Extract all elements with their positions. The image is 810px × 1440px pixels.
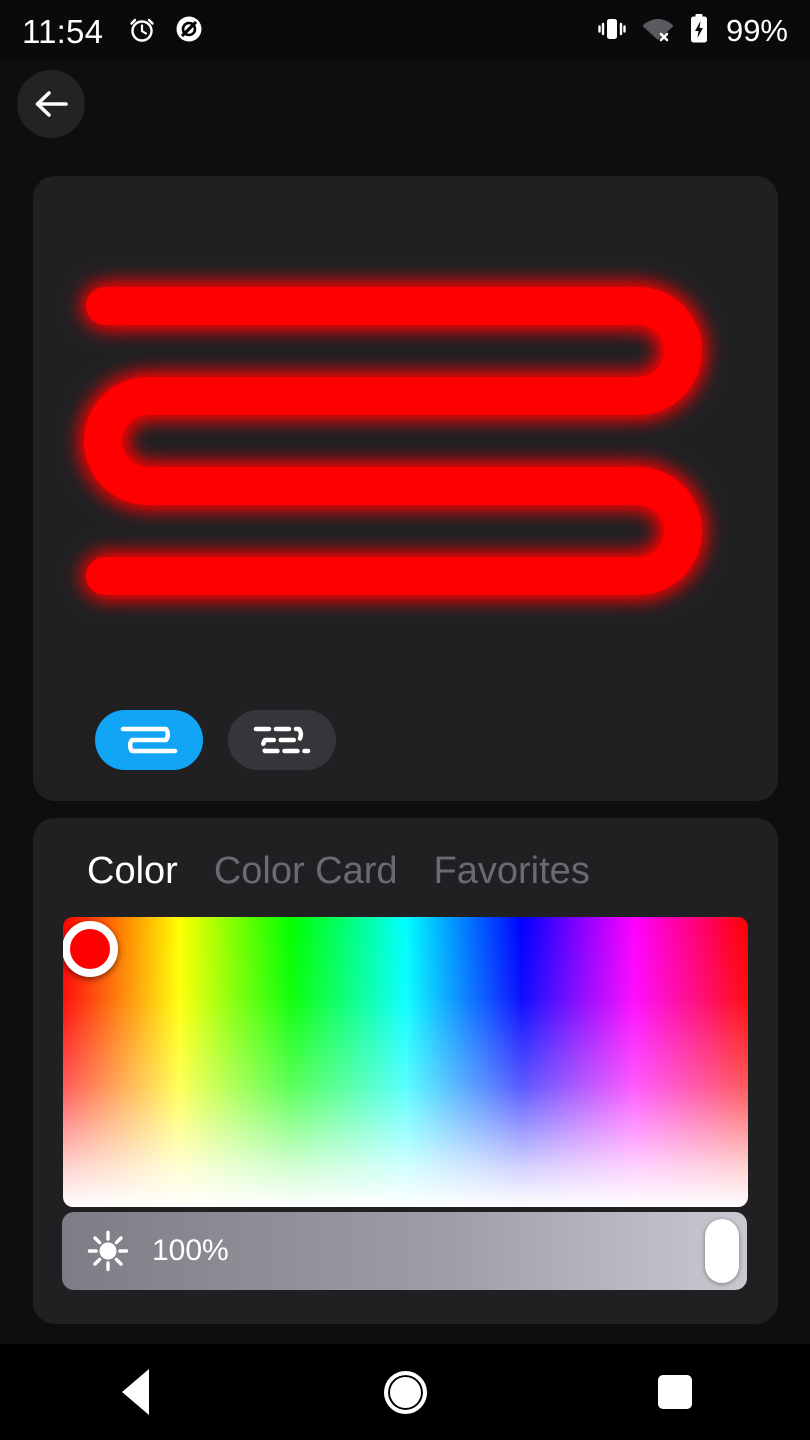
back-button[interactable] xyxy=(17,70,85,138)
phone-screen: 11:54 99% Color Color Card Favorites 100… xyxy=(0,0,810,1440)
battery-percent: 99% xyxy=(725,13,788,48)
nav-home-button[interactable] xyxy=(345,1344,465,1440)
brightness-slider[interactable]: 100% xyxy=(62,1212,747,1290)
color-picker-gradient[interactable] xyxy=(63,917,748,1207)
status-time: 11:54 xyxy=(22,12,104,50)
led-strip-graphic xyxy=(84,287,702,595)
strip-preview-card xyxy=(33,176,778,801)
dnd-icon xyxy=(175,15,203,48)
home-circle-icon xyxy=(383,1370,427,1414)
recents-square-icon xyxy=(658,1375,692,1409)
vibrate-icon xyxy=(597,16,627,47)
tab-favorites[interactable]: Favorites xyxy=(434,850,590,893)
tab-color-card[interactable]: Color Card xyxy=(214,850,398,893)
saturation-gradient-layer xyxy=(63,917,748,1207)
mode-continuous-button[interactable] xyxy=(95,710,203,770)
brightness-slider-thumb[interactable] xyxy=(705,1219,739,1283)
color-tabs: Color Color Card Favorites xyxy=(87,850,590,893)
tab-color[interactable]: Color xyxy=(87,850,178,893)
nav-back-button[interactable] xyxy=(75,1344,195,1440)
status-right-icons: 99% xyxy=(597,13,788,49)
alarm-icon xyxy=(129,15,155,48)
arrow-left-icon xyxy=(35,91,68,117)
nav-recents-button[interactable] xyxy=(615,1344,735,1440)
wifi-off-icon xyxy=(642,15,674,48)
continuous-strip-icon xyxy=(120,726,178,754)
mode-segmented-button[interactable] xyxy=(228,710,336,770)
battery-charging-icon xyxy=(689,13,709,49)
strip-mode-selector xyxy=(95,710,336,770)
android-nav-bar xyxy=(0,1344,810,1440)
segmented-strip-icon xyxy=(253,726,311,754)
status-bar: 11:54 99% xyxy=(0,0,810,62)
brightness-sun-icon xyxy=(86,1229,130,1273)
led-strip-preview xyxy=(33,176,778,716)
brightness-value: 100% xyxy=(152,1234,229,1267)
status-left-icons xyxy=(129,15,203,48)
back-triangle-icon xyxy=(121,1369,149,1415)
color-picker-handle[interactable] xyxy=(63,920,119,977)
